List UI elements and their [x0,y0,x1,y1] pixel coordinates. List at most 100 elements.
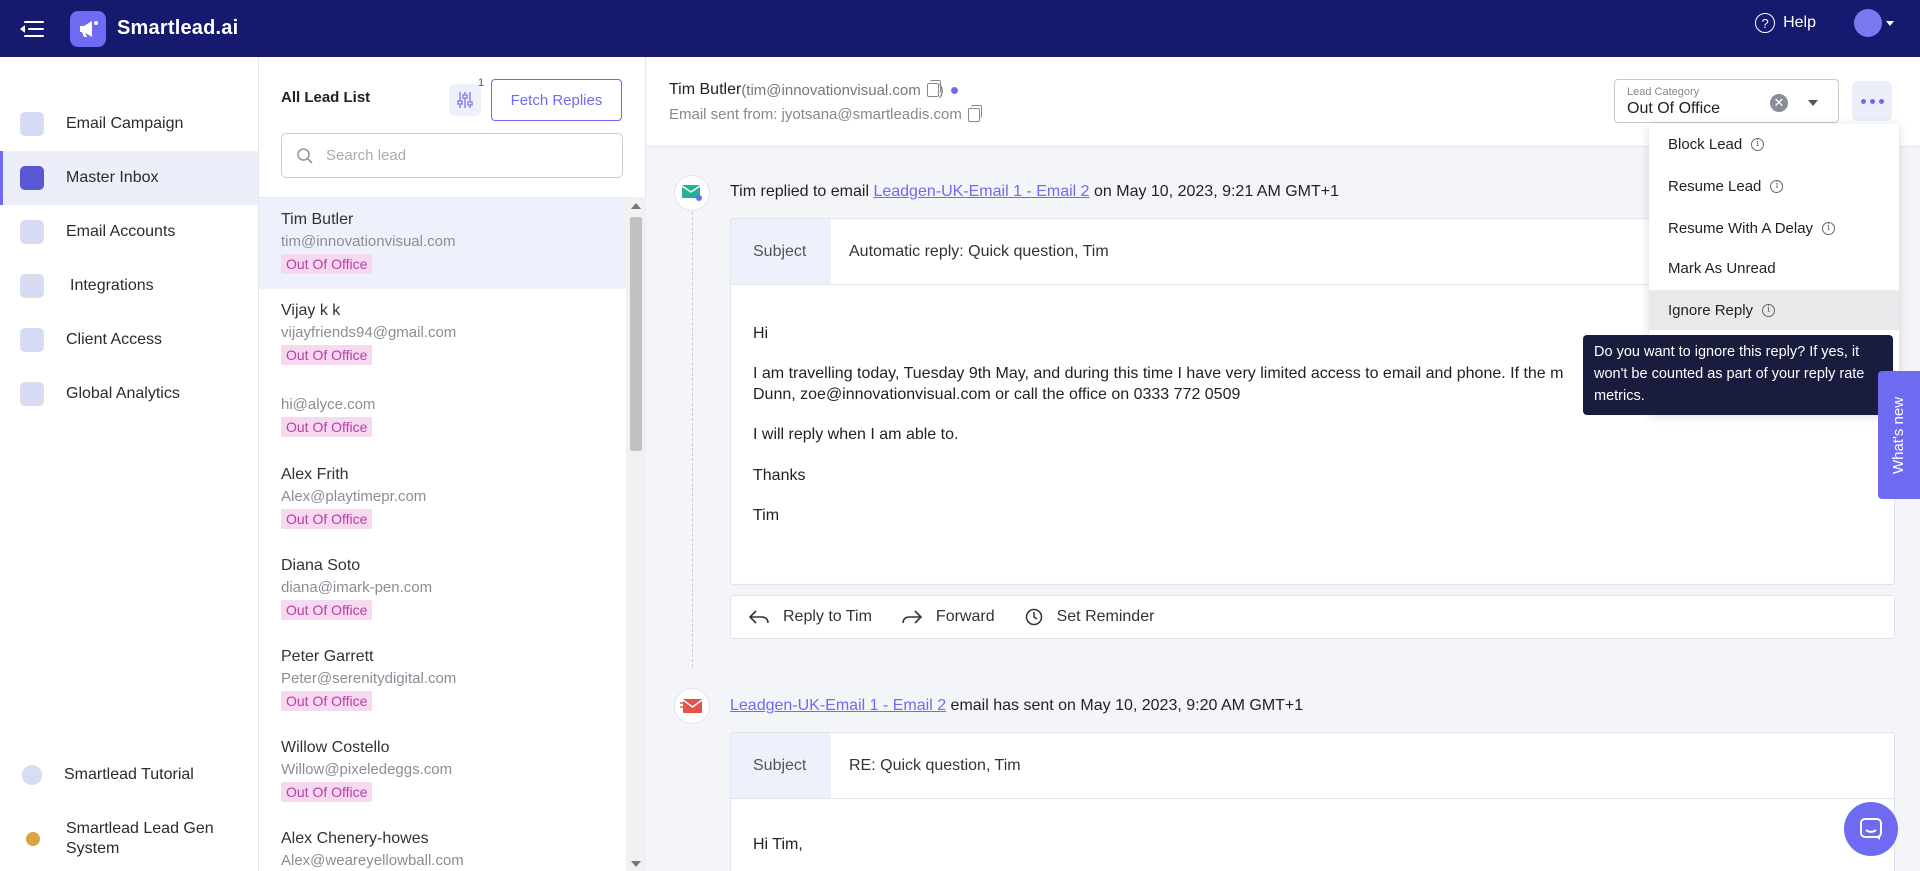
status-badge: Out Of Office [281,254,373,274]
forward-button[interactable]: Forward [902,608,995,626]
body-line: Hi Tim, [753,836,803,853]
copy-icon[interactable] [926,80,941,97]
menu-item-label: Ignore Reply [1668,301,1754,319]
campaign-link[interactable]: Leadgen-UK-Email 1 - Email 2 [730,697,946,714]
list-item[interactable]: Alex Frith Alex@playtimepr.com Out Of Of… [259,447,626,538]
list-item[interactable]: Peter Garrett Peter@serenitydigital.com … [259,629,626,720]
menu-item-resume-with-delay[interactable]: Resume With A Delay i [1649,208,1899,248]
chat-button[interactable] [1844,802,1898,856]
email-card: Subject RE: Quick question, Tim Hi Tim, [730,732,1895,871]
info-icon[interactable]: i [1751,137,1765,151]
lead-list-title: All Lead List [281,89,371,106]
sidebar-item-client-access[interactable]: Client Access [0,313,258,367]
fetch-replies-button[interactable]: Fetch Replies [491,79,622,121]
info-icon[interactable]: i [1770,179,1784,193]
help-label: Help [1783,14,1816,31]
logo-icon [70,10,106,47]
sidebar-item-master-inbox[interactable]: Master Inbox [0,151,258,205]
menu-item-block-lead[interactable]: Block Lead i [1649,124,1899,164]
lead-email: tim@innovationvisual.com [281,233,456,250]
avatar[interactable] [1854,9,1894,37]
moneybag-icon [26,832,40,846]
reply-action-bar: Reply to Tim Forward Set Reminder [730,595,1895,639]
sent-from: Email sent from: jyotsana@smartleadis.co… [669,104,982,123]
sidebar-item-label: Global Analytics [66,385,180,402]
scroll-up-icon[interactable] [631,203,641,209]
whats-new-tab[interactable]: What's new [1878,371,1920,499]
menu-item-mark-unread[interactable]: Mark As Unread [1649,248,1899,288]
search-input[interactable] [326,147,606,164]
lead-list-scrollbar[interactable] [626,197,646,871]
unread-dot-icon [950,86,958,94]
menu-item-label: Mark As Unread [1668,259,1776,277]
play-icon [22,765,42,785]
lead-list-panel: All Lead List 1 Fetch Replies Tim Butler… [259,57,646,871]
lead-email: diana@imark-pen.com [281,579,433,596]
forward-icon [902,610,922,624]
menu-item-label: Resume With A Delay [1668,219,1814,237]
forward-label: Forward [935,608,995,625]
info-icon[interactable]: i [1762,303,1776,317]
sidebar: Email Campaign Master Inbox Email Accoun… [0,57,259,871]
more-options-button[interactable] [1852,81,1892,121]
subject-row: Subject RE: Quick question, Tim [731,733,1894,799]
help-button[interactable]: ? Help [1755,13,1816,33]
reply-button[interactable]: Reply to Tim [749,608,872,626]
lead-email: Alex@weareyellowball.com [281,852,464,869]
scroll-thumb[interactable] [630,217,642,451]
lead-email: Peter@serenitydigital.com [281,670,457,687]
info-icon[interactable]: i [1822,221,1836,235]
list-item[interactable]: Vijay k k vijayfriends94@gmail.com Out O… [259,289,626,379]
chevron-down-icon [1886,21,1894,26]
list-item[interactable]: Alex Chenery-howes Alex@weareyellowball.… [259,811,626,871]
sent-from-text: Email sent from: jyotsana@smartleadis.co… [669,106,962,123]
sidebar-item-label: Integrations [70,277,154,294]
lead-category-select[interactable]: Lead Category Out Of Office ✕ [1614,79,1839,123]
body-line: Dunn, zoe@innovationvisual.com or call t… [753,386,1241,403]
menu-item-ignore-reply[interactable]: Ignore Reply i [1649,290,1899,330]
sidebar-item-lead-gen[interactable]: Smartlead Lead Gen System [0,815,258,863]
sidebar-item-email-campaign[interactable]: Email Campaign [0,97,258,151]
top-bar: Smartlead.ai ? Help [0,0,1920,57]
copy-icon[interactable] [967,104,982,122]
filter-button[interactable] [449,84,481,116]
chevron-down-icon[interactable] [1808,100,1818,106]
sidebar-item-label: Smartlead Lead Gen System [66,820,214,857]
list-item[interactable]: hi@alyce.com Out Of Office [259,379,626,447]
lead-name: Diana Soto [281,557,361,574]
set-reminder-button[interactable]: Set Reminder [1025,608,1154,626]
sidebar-item-integrations[interactable]: Integrations [0,259,258,313]
sidebar-item-global-analytics[interactable]: Global Analytics [0,367,258,421]
list-item[interactable]: Willow Costello Willow@pixeledeggs.com O… [259,720,626,811]
lead-name: Tim Butler [281,211,354,228]
scroll-down-icon[interactable] [631,861,641,867]
search-box[interactable] [281,133,623,178]
lead-email: Willow@pixeledeggs.com [281,761,453,778]
menu-item-resume-lead[interactable]: Resume Lead i [1649,166,1899,206]
body-line: Hi [753,325,769,342]
collapse-menu-icon[interactable] [20,19,46,39]
sidebar-item-label: Master Inbox [66,169,159,186]
clear-icon[interactable]: ✕ [1770,94,1788,112]
lead-name: Alex Chenery-howes [281,830,429,847]
campaign-link[interactable]: Leadgen-UK-Email 1 - Email 2 [873,183,1089,200]
subject-label: Subject [731,733,831,798]
thread-lead: Tim Butler (tim@innovationvisual.com ) [669,80,958,99]
bolt-icon [20,328,44,352]
sidebar-item-tutorial[interactable]: Smartlead Tutorial [0,755,258,795]
sidebar-item-label: Email Accounts [66,223,176,240]
thread-lead-name: Tim Butler [669,81,742,98]
chart-icon [20,382,44,406]
body-line: I am travelling today, Tuesday 9th May, … [753,365,1564,382]
search-icon [297,147,313,164]
status-badge: Out Of Office [281,782,373,802]
logo[interactable]: Smartlead.ai [70,10,238,47]
clock-icon [1025,608,1042,626]
body-line: Tim [753,507,780,524]
list-item[interactable]: Diana Soto diana@imark-pen.com Out Of Of… [259,538,626,629]
sidebar-item-email-accounts[interactable]: Email Accounts [0,205,258,259]
sliders-icon [457,92,473,108]
lead-category-value: Out Of Office [1627,100,1721,117]
status-badge: Out Of Office [281,417,373,437]
list-item[interactable]: Tim Butler tim@innovationvisual.com Out … [259,198,626,289]
